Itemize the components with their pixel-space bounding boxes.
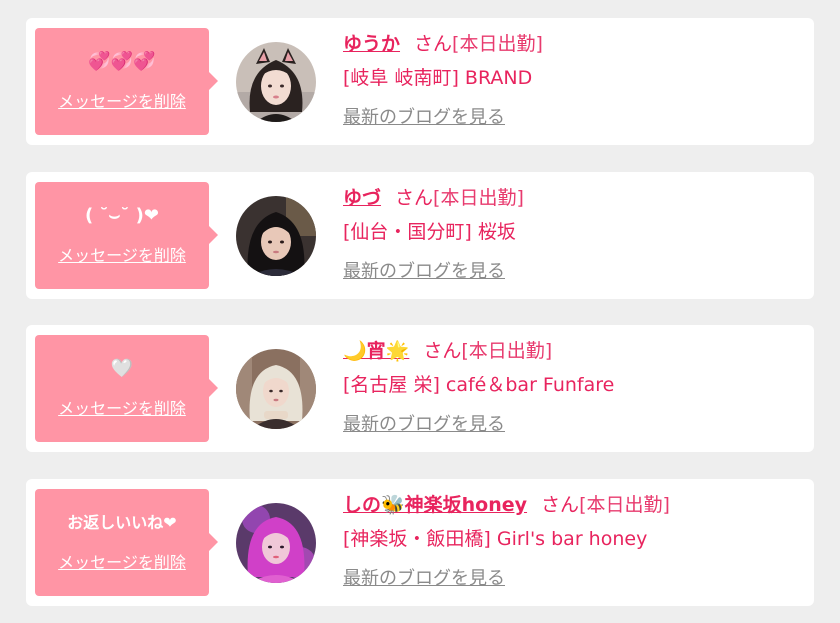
message-bubble: ( ˘⌣˘ )❤ メッセージを削除	[35, 182, 218, 289]
avatar[interactable]	[236, 349, 316, 429]
status-label: [本日出勤]	[579, 494, 670, 516]
honorific: さん	[423, 340, 462, 362]
avatar[interactable]	[236, 196, 316, 276]
card-info: ゆづ さん[本日出勤] [仙台・国分町] 桜坂 最新のブログを見る	[343, 184, 804, 284]
status-label: [本日出勤]	[461, 340, 553, 362]
message-text: お返しいいね❤	[67, 513, 177, 532]
card-info: しの🐝神楽坂honey さん[本日出勤] [神楽坂・飯田橋] Girl's bar…	[343, 491, 804, 591]
name-line: ゆづ さん[本日出勤]	[343, 184, 804, 212]
name-line: しの🐝神楽坂honey さん[本日出勤]	[343, 491, 804, 519]
avatar[interactable]	[236, 503, 316, 583]
latest-blog-link[interactable]: 最新のブログを見る	[343, 413, 804, 437]
status-label: [本日出勤]	[452, 33, 543, 55]
delete-message-link[interactable]: メッセージを削除	[35, 88, 209, 112]
shop-name: [神楽坂・飯田橋] Girl's bar honey	[343, 528, 648, 550]
name-line: 🌙宵🌟 さん[本日出勤]	[343, 337, 804, 365]
girl-name-link[interactable]: ゆうか	[343, 33, 400, 55]
latest-blog-link[interactable]: 最新のブログを見る	[343, 260, 804, 284]
message-card: 💞💞💞 メッセージを削除 ゆうか さん[本日出勤] [岐阜 岐南町] BRAND …	[26, 18, 814, 145]
girl-name-link[interactable]: ゆづ	[343, 187, 381, 209]
avatar[interactable]	[236, 42, 316, 122]
delete-message-link[interactable]: メッセージを削除	[35, 395, 209, 419]
card-info: ゆうか さん[本日出勤] [岐阜 岐南町] BRAND 最新のブログを見る	[343, 30, 804, 130]
girl-name-link[interactable]: 🌙宵🌟	[343, 340, 409, 362]
latest-blog-link[interactable]: 最新のブログを見る	[343, 567, 804, 591]
message-text: ( ˘⌣˘ )❤	[85, 205, 159, 226]
latest-blog-link[interactable]: 最新のブログを見る	[343, 106, 804, 130]
delete-message-link[interactable]: メッセージを削除	[35, 242, 209, 266]
message-bubble: お返しいいね❤ メッセージを削除	[35, 489, 218, 596]
message-text: 🤍	[110, 358, 134, 379]
message-bubble: 🤍 メッセージを削除	[35, 335, 218, 442]
shop-name: [名古屋 栄] café＆bar Funfare	[343, 374, 615, 396]
delete-message-link[interactable]: メッセージを削除	[35, 549, 209, 573]
message-card: 🤍 メッセージを削除 🌙宵🌟 さん[本日出勤] [名古屋 栄] café＆bar …	[26, 325, 814, 452]
name-line: ゆうか さん[本日出勤]	[343, 30, 804, 58]
honorific: さん	[541, 494, 580, 516]
shop-name: [岐阜 岐南町] BRAND	[343, 67, 533, 89]
card-info: 🌙宵🌟 さん[本日出勤] [名古屋 栄] café＆bar Funfare 最新の…	[343, 337, 804, 437]
message-card: ( ˘⌣˘ )❤ メッセージを削除 ゆづ さん[本日出勤] [仙台・国分町] 桜坂…	[26, 172, 814, 299]
message-bubble: 💞💞💞 メッセージを削除	[35, 28, 218, 135]
status-label: [本日出勤]	[433, 187, 524, 209]
message-card: お返しいいね❤ メッセージを削除 しの🐝神楽坂honey さん[本日出勤] [神楽…	[26, 479, 814, 606]
shop-name: [仙台・国分町] 桜坂	[343, 221, 516, 243]
message-text: 💞💞💞	[88, 51, 156, 72]
girl-name-link[interactable]: しの🐝神楽坂honey	[343, 494, 527, 516]
honorific: さん	[395, 187, 434, 209]
honorific: さん	[414, 33, 453, 55]
